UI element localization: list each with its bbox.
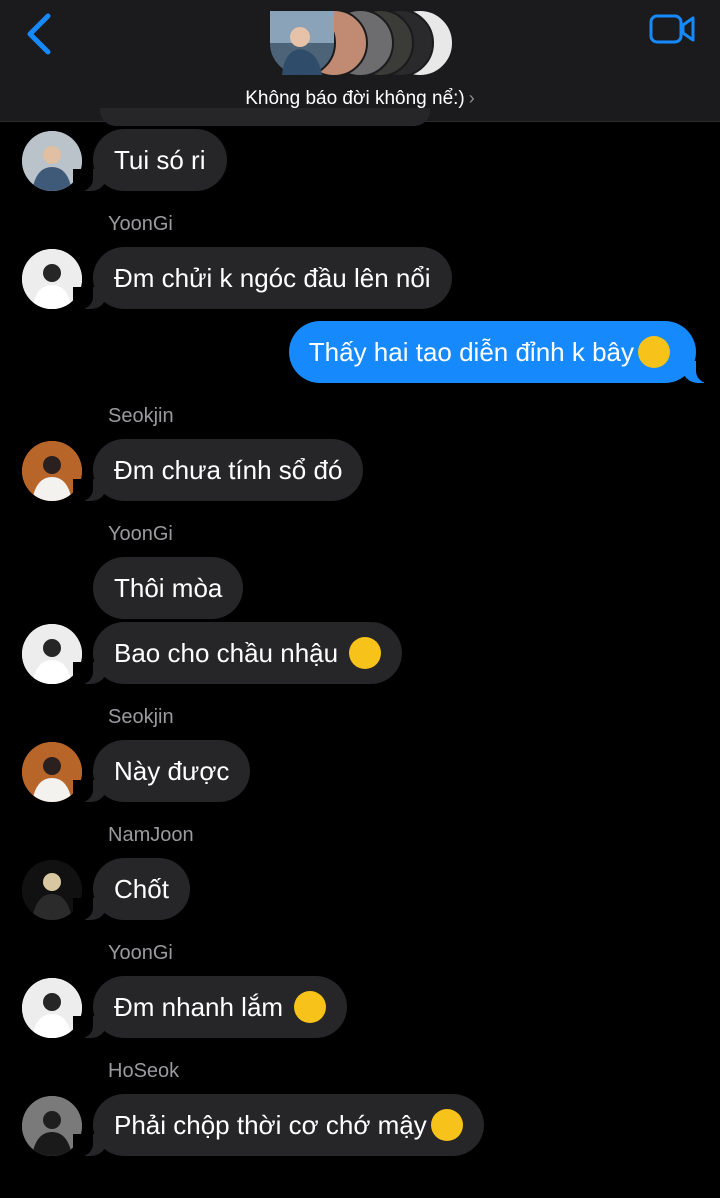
group-name-link[interactable]: Không báo đời không nể:) › [0, 88, 720, 110]
sender-name: YoonGi [108, 213, 173, 235]
chevron-left-icon [27, 13, 51, 55]
sender-name: HoSeok [108, 1060, 180, 1082]
message-text: Phải chộp thời cơ chớ mậy [114, 1110, 427, 1140]
group-avatar-1 [268, 9, 336, 77]
message-bubble[interactable]: Bao cho chầu nhậu [72, 622, 403, 684]
message-bubble[interactable]: Này được [72, 740, 251, 802]
kissing-face-icon [638, 336, 670, 369]
message-text: Bao cho chầu nhậu [114, 638, 346, 668]
back-button[interactable] [22, 12, 58, 56]
message-text: Này được [114, 756, 230, 786]
message-bubble[interactable]: Đm nhanh lắm [72, 976, 348, 1038]
person-photo-icon [270, 11, 334, 75]
message-bubble[interactable]: Chốt [73, 858, 190, 920]
outgoing-message-bubble[interactable]: Thấy hai tao diễn đỉnh k bây [288, 321, 717, 383]
message-bubble[interactable]: Đm chưa tính sổ đó [72, 439, 364, 501]
message-bubble[interactable]: Đm chửi k ngóc đầu lên nổi [73, 247, 452, 309]
video-camera-icon [649, 14, 695, 44]
message-text: Đm chửi k ngóc đầu lên nổi [114, 263, 431, 293]
message-bubble[interactable]: Phải chộp thời cơ chớ mậy [73, 1094, 484, 1156]
message-bubble[interactable]: Tui só ri [73, 129, 227, 191]
message-text: Chốt [114, 874, 169, 904]
message-text: Tui só ri [114, 145, 206, 175]
message-text: Đm nhanh lắm [114, 992, 291, 1022]
face-with-rolling-eyes-icon [294, 991, 327, 1024]
message-bubble[interactable]: Thôi mòa [93, 557, 244, 619]
video-call-button[interactable] [648, 12, 696, 46]
message-text: Thôi mòa [114, 573, 223, 603]
kissing-face-with-closed-eyes-icon [430, 1109, 463, 1142]
sender-name: Seokjin [108, 405, 174, 427]
group-avatars[interactable] [268, 9, 458, 79]
chat-header: Không báo đời không nể:) › [0, 0, 720, 122]
message-text: Thấy hai tao diễn đỉnh k bây [308, 337, 634, 367]
sender-name: Seokjin [108, 706, 174, 728]
winking-face-icon [349, 637, 382, 670]
group-name: Không báo đời không nể:) [245, 88, 465, 109]
message-text: Đm chưa tính sổ đó [114, 455, 343, 485]
sender-name: YoonGi [108, 523, 173, 545]
sender-name: NamJoon [108, 824, 194, 846]
sender-name: YoonGi [108, 942, 173, 964]
chevron-right-icon: › [468, 88, 475, 108]
previous-message-bubble [100, 108, 430, 126]
